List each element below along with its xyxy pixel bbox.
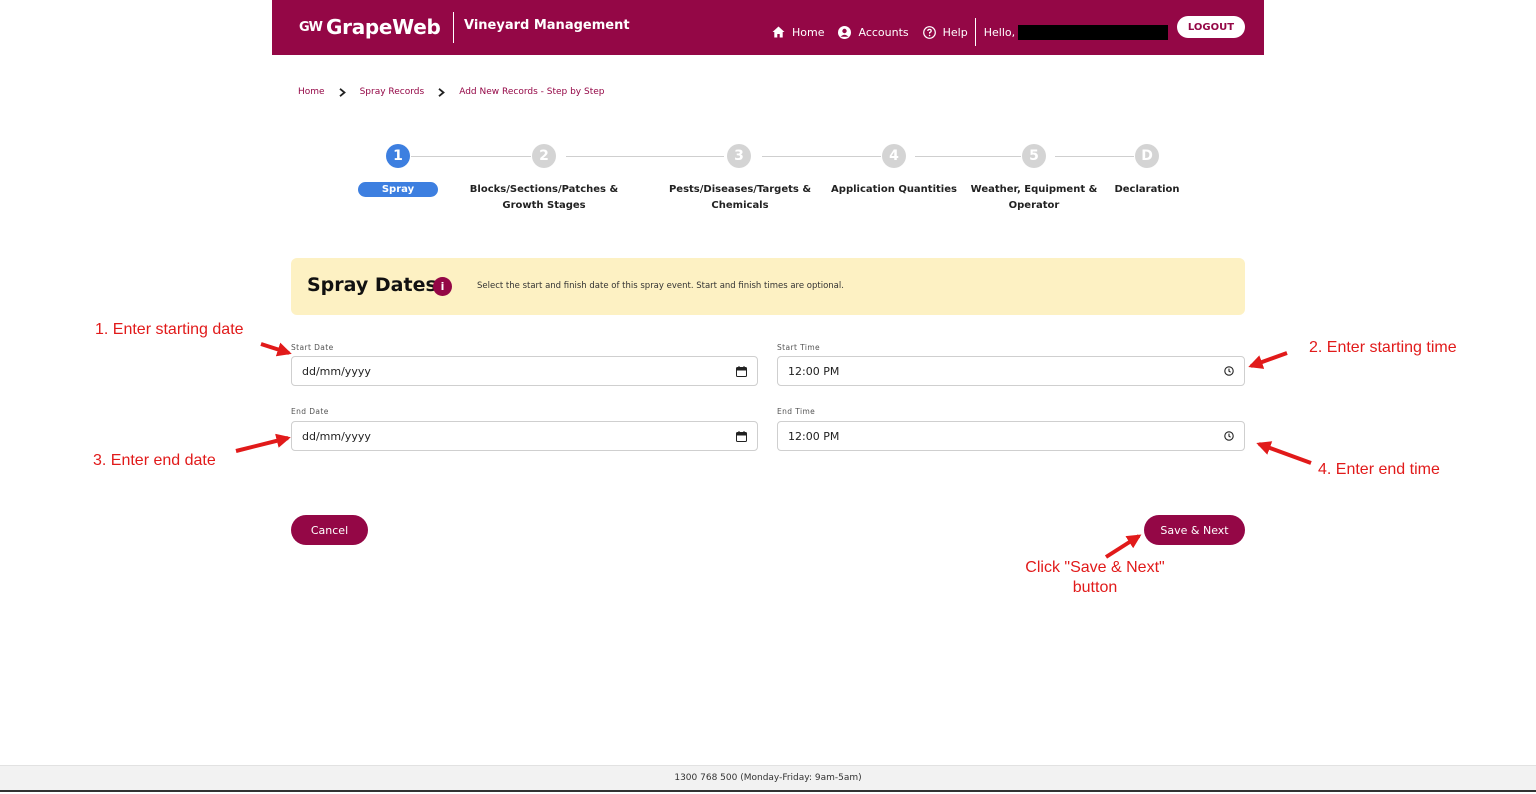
red-arrow-icon [260, 342, 292, 357]
footer-contact: 1300 768 500 (Monday-Friday: 9am-5am) [674, 773, 862, 783]
red-arrow-icon [1104, 534, 1142, 559]
annotation-arrows [235, 342, 1312, 559]
red-arrow-icon [1256, 441, 1312, 465]
footer: 1300 768 500 (Monday-Friday: 9am-5am) [0, 765, 1536, 792]
red-arrow-icon [1248, 351, 1288, 369]
red-arrow-icon [235, 433, 291, 453]
